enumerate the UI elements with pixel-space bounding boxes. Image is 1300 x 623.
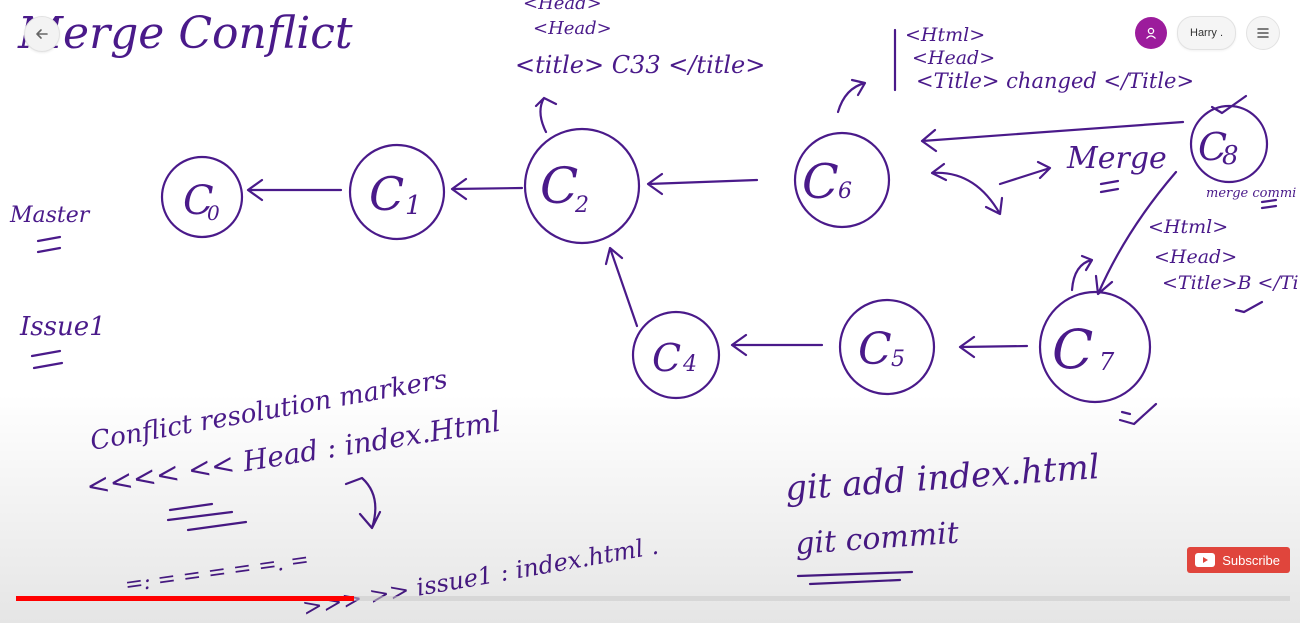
merge-underline: [1099, 179, 1120, 186]
commit-node-c4: C 4: [631, 310, 721, 400]
merge-underline-2: [1099, 187, 1120, 194]
svg-text:5: 5: [891, 347, 905, 372]
subscribe-button[interactable]: Subscribe: [1187, 547, 1290, 573]
svg-text:6: 6: [838, 179, 852, 204]
svg-text:2: 2: [574, 193, 589, 218]
commit-node-c5: C 5: [838, 298, 936, 396]
issue-label: Issue1: [19, 312, 106, 342]
commit-node-c1: C 1: [348, 143, 446, 241]
svg-text:<Head>: <Head>: [523, 0, 602, 14]
svg-text:=: = = = = =. =: =: = = = = =. =: [123, 547, 310, 598]
svg-text:git add index.html: git add index.html: [784, 447, 1101, 509]
svg-text:1: 1: [405, 191, 422, 221]
svg-text:C: C: [802, 154, 839, 210]
svg-text:<Head>: <Head>: [1154, 246, 1237, 268]
svg-text:C: C: [858, 324, 892, 375]
svg-text:<title> C33 </title>: <title> C33 </title>: [515, 51, 765, 79]
commit-node-c0: C 0: [160, 155, 244, 239]
merge-commit-underline-2: [1260, 204, 1278, 210]
master-label: Master: [9, 203, 91, 228]
svg-text:C: C: [652, 336, 681, 380]
commit-node-c6: C 6: [793, 131, 891, 229]
issue-underline-2: [32, 361, 64, 370]
subscribe-label: Subscribe: [1222, 552, 1280, 568]
svg-text:7: 7: [1099, 348, 1115, 376]
svg-text:4: 4: [682, 352, 697, 377]
whiteboard-title: Merge Conflict: [17, 8, 353, 59]
master-underline: [36, 235, 62, 243]
video-progress-fill: [16, 596, 354, 601]
merge-label: Merge: [1066, 141, 1167, 176]
svg-text:C: C: [369, 167, 404, 221]
svg-text:<Html>: <Html>: [905, 24, 985, 46]
user-name-chip[interactable]: Harry .: [1177, 16, 1236, 50]
arrow-left-icon: [36, 29, 48, 39]
svg-text:<Head>: <Head>: [912, 47, 995, 69]
svg-text:0: 0: [207, 201, 220, 225]
svg-text:C: C: [540, 157, 578, 215]
c2-html-note: <Head> <Head> <title> C33 </title>: [515, 0, 765, 79]
svg-text:<Html>: <Html>: [1148, 216, 1228, 238]
c7-html-note: <Html> <Head> <Title>B </Ti: [1118, 216, 1299, 426]
conflict-markers-notes: Conflict resolution markers <<<< << Head…: [84, 364, 661, 621]
svg-text:C: C: [1052, 318, 1093, 381]
top-right-controls: Harry .: [1135, 16, 1280, 50]
issue-underline: [30, 349, 62, 358]
svg-text:<Head>: <Head>: [533, 18, 612, 39]
user-avatar[interactable]: [1135, 17, 1167, 49]
hamburger-menu-icon: [1257, 28, 1269, 38]
master-underline-2: [36, 246, 62, 254]
user-icon: [1146, 27, 1156, 39]
commit-node-c2: C 2: [523, 127, 641, 245]
merge-commit-label: merge commi: [1206, 186, 1296, 201]
git-commands-notes: git add index.html git commit: [784, 447, 1101, 586]
svg-text:git commit: git commit: [794, 516, 961, 562]
svg-text:<Title> changed </Title>: <Title> changed </Title>: [916, 69, 1194, 93]
svg-text:<Title>B </Ti: <Title>B </Ti: [1162, 272, 1299, 294]
commit-node-c8: C 8: [1189, 104, 1269, 184]
svg-text:8: 8: [1222, 141, 1239, 171]
whiteboard-canvas: Merge Conflict Master Issue1 C 0 C 1 C 2…: [9, 0, 1299, 622]
svg-text:>>> >> issue1 : index.html .: >>> >> issue1 : index.html .: [300, 532, 660, 622]
video-progress-bar[interactable]: [16, 596, 1290, 601]
youtube-play-icon: [1195, 553, 1216, 567]
commit-node-c7: C 7: [1038, 290, 1152, 404]
back-button[interactable]: [24, 16, 60, 52]
menu-button[interactable]: [1246, 16, 1280, 50]
